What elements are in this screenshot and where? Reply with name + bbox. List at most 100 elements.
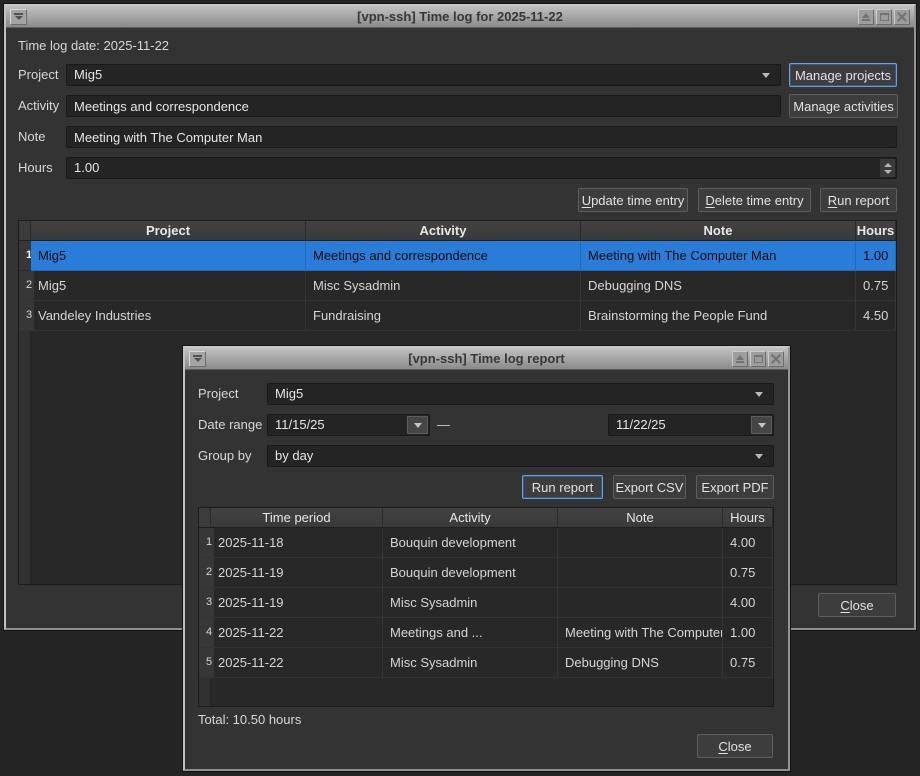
table-cell[interactable]: 1.00	[856, 241, 896, 271]
hours-label: Hours	[18, 157, 53, 179]
spinner-buttons[interactable]	[880, 159, 895, 177]
table-body: 12025-11-18Bouquin development4.0022025-…	[199, 528, 773, 678]
export-csv-button[interactable]: Export CSV	[613, 475, 686, 499]
date-from-value: 11/15/25	[275, 417, 325, 432]
activity-label: Activity	[18, 95, 59, 117]
table-cell[interactable]: 2025-11-18	[211, 528, 383, 558]
table-cell[interactable]: 0.75	[723, 558, 773, 588]
table-cell[interactable]: Misc Sysadmin	[383, 588, 558, 618]
table-cell[interactable]	[558, 528, 723, 558]
window-menu-icon[interactable]	[189, 351, 206, 367]
activity-input[interactable]	[66, 95, 781, 117]
table-cell[interactable]: Vandeley Industries	[31, 301, 306, 331]
table-cell[interactable]: 2025-11-22	[211, 648, 383, 678]
spin-up-icon[interactable]	[884, 163, 892, 167]
dropdown-arrow-icon	[755, 392, 763, 397]
column-header[interactable]: Project	[31, 221, 306, 241]
column-header[interactable]: Note	[581, 221, 856, 241]
note-label: Note	[18, 126, 45, 148]
table-cell[interactable]: Meetings and ...	[383, 618, 558, 648]
dropdown-arrow-icon	[758, 423, 766, 428]
table-cell[interactable]: Mig5	[31, 271, 306, 301]
note-input[interactable]	[66, 126, 897, 148]
manage-projects-button[interactable]: Manage projects	[789, 63, 897, 87]
table-cell[interactable]: Meeting with The Computer Man	[581, 241, 856, 271]
table-cell[interactable]: Debugging DNS	[581, 271, 856, 301]
table-corner	[19, 221, 31, 241]
shade-icon[interactable]	[732, 351, 748, 367]
table-cell[interactable]: 2025-11-22	[211, 618, 383, 648]
close-icon[interactable]	[894, 9, 910, 25]
table-row[interactable]: 42025-11-22Meetings and ...Meeting with …	[199, 618, 773, 648]
report-project-combobox[interactable]: Mig5	[267, 383, 774, 405]
date-to-dropdown-button[interactable]	[751, 416, 772, 434]
column-header[interactable]: Activity	[306, 221, 581, 241]
table-cell[interactable]: 2025-11-19	[211, 588, 383, 618]
column-header[interactable]: Hours	[856, 221, 896, 241]
table-cell[interactable]: 0.75	[723, 648, 773, 678]
maximize-icon[interactable]	[750, 351, 766, 367]
table-cell[interactable]: Misc Sysadmin	[383, 648, 558, 678]
table-cell[interactable]: Misc Sysadmin	[306, 271, 581, 301]
close-button[interactable]: Close	[697, 734, 773, 758]
table-cell[interactable]: 2025-11-19	[211, 558, 383, 588]
table-row[interactable]: 1Mig5Meetings and correspondenceMeeting …	[19, 241, 896, 271]
dropdown-arrow-icon	[414, 423, 422, 428]
table-cell[interactable]: Meetings and correspondence	[306, 241, 581, 271]
project-label: Project	[18, 64, 58, 86]
table-corner	[199, 508, 211, 528]
table-cell[interactable]: Bouquin development	[383, 558, 558, 588]
table-cell[interactable]: Meeting with The Computer...	[558, 618, 723, 648]
date-range-separator: —	[437, 414, 450, 436]
manage-activities-button[interactable]: Manage activities	[789, 94, 898, 118]
hours-spinbox[interactable]: 1.00	[66, 157, 897, 179]
update-time-entry-button[interactable]: Update time entry	[578, 188, 688, 212]
table-cell[interactable]: Bouquin development	[383, 528, 558, 558]
table-row[interactable]: 52025-11-22Misc SysadminDebugging DNS0.7…	[199, 648, 773, 678]
date-range-label: Date range	[198, 414, 262, 436]
table-cell[interactable]: 4.50	[856, 301, 896, 331]
date-to-combobox[interactable]: 11/22/25	[608, 414, 774, 436]
column-header[interactable]: Hours	[723, 508, 773, 528]
table-cell[interactable]	[558, 558, 723, 588]
time-log-date-label: Time log date: 2025-11-22	[18, 35, 169, 57]
run-report-button[interactable]: Run report	[522, 475, 603, 499]
delete-time-entry-button[interactable]: Delete time entry	[698, 188, 811, 212]
table-row[interactable]: 3Vandeley IndustriesFundraisingBrainstor…	[19, 301, 896, 331]
spin-down-icon[interactable]	[884, 170, 892, 174]
date-to-value: 11/22/25	[616, 417, 666, 432]
table-cell[interactable]: 1.00	[723, 618, 773, 648]
table-row[interactable]: 32025-11-19Misc Sysadmin4.00	[199, 588, 773, 618]
export-pdf-button[interactable]: Export PDF	[696, 475, 774, 499]
date-from-dropdown-button[interactable]	[407, 416, 428, 434]
dropdown-arrow-icon	[762, 73, 770, 78]
table-cell[interactable]: Mig5	[31, 241, 306, 271]
group-by-combobox[interactable]: by day	[267, 445, 774, 467]
project-value: Mig5	[275, 386, 303, 401]
shade-icon[interactable]	[858, 9, 874, 25]
close-icon[interactable]	[768, 351, 784, 367]
column-header[interactable]: Time period	[211, 508, 383, 528]
table-cell[interactable]	[558, 588, 723, 618]
date-from-combobox[interactable]: 11/15/25	[267, 414, 430, 436]
table-cell[interactable]: 0.75	[856, 271, 896, 301]
project-label: Project	[198, 383, 238, 405]
table-row[interactable]: 22025-11-19Bouquin development0.75	[199, 558, 773, 588]
table-row[interactable]: 12025-11-18Bouquin development4.00	[199, 528, 773, 558]
titlebar[interactable]: [vpn-ssh] Time log report	[185, 348, 788, 370]
window-menu-icon[interactable]	[10, 9, 27, 25]
project-combobox[interactable]: Mig5	[66, 64, 781, 86]
titlebar[interactable]: [vpn-ssh] Time log for 2025-11-22	[6, 6, 914, 28]
run-report-button[interactable]: Run report	[820, 188, 897, 212]
column-header[interactable]: Note	[558, 508, 723, 528]
maximize-icon[interactable]	[876, 9, 892, 25]
column-header[interactable]: Activity	[383, 508, 558, 528]
table-cell[interactable]: Fundraising	[306, 301, 581, 331]
table-cell[interactable]: 4.00	[723, 588, 773, 618]
table-cell[interactable]: Brainstorming the People Fund	[581, 301, 856, 331]
close-button[interactable]: Close	[818, 593, 896, 617]
table-cell[interactable]: 4.00	[723, 528, 773, 558]
table-row[interactable]: 2Mig5Misc SysadminDebugging DNS0.75	[19, 271, 896, 301]
project-value: Mig5	[74, 67, 102, 82]
table-cell[interactable]: Debugging DNS	[558, 648, 723, 678]
